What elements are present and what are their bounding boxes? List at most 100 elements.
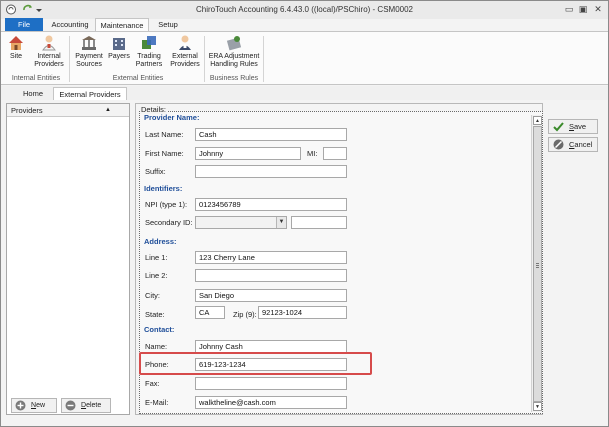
status-bar <box>1 418 608 426</box>
trading-partners-button[interactable]: Trading Partners <box>134 34 164 69</box>
tab-accounting[interactable]: Accounting <box>45 18 95 32</box>
last-name-label: Last Name: <box>145 130 184 139</box>
fax-label: Fax: <box>145 379 160 388</box>
fax-field[interactable] <box>195 377 347 390</box>
cancel-label: ancel <box>574 140 593 149</box>
delete-label: elete <box>86 402 102 409</box>
ribbon: Site Internal Providers Payment Sources … <box>1 31 608 85</box>
npi-field[interactable]: 0123456789 <box>195 198 347 211</box>
cancel-button[interactable]: Cancel <box>548 137 598 152</box>
close-button[interactable]: ✕ <box>592 4 604 15</box>
scroll-down-icon[interactable]: ▼ <box>533 402 542 411</box>
providers-panel: Providers ▲ New Delete <box>6 103 130 415</box>
internal-providers-label-2: Providers <box>34 61 64 68</box>
state-label: State: <box>145 310 165 319</box>
new-button[interactable]: New <box>11 398 57 413</box>
bank-icon <box>82 36 96 50</box>
era-adjustment-button[interactable]: ERA Adjustment Handling Rules <box>207 34 261 69</box>
scrollbar-grip <box>536 267 539 268</box>
external-providers-label-2: Providers <box>170 61 200 68</box>
contact-name-label: Name: <box>145 342 168 351</box>
ribbon-separator <box>204 36 205 82</box>
ribbon-separator <box>263 36 264 82</box>
secondary-id-field[interactable] <box>291 216 347 229</box>
mi-label: MI: <box>307 149 318 158</box>
payment-sources-label-1: Payment <box>75 53 103 60</box>
details-vertical-scrollbar[interactable]: ▲ ▼ <box>531 115 542 412</box>
city-field[interactable]: San Diego <box>195 289 347 302</box>
plus-icon <box>15 400 26 411</box>
minimize-button[interactable]: ▭ <box>563 4 575 15</box>
secondary-id-type-select[interactable]: ▼ <box>195 216 287 229</box>
app-window: ChiroTouch Accounting 6.4.43.0 ((local)/… <box>0 0 609 427</box>
section-provider-name: Provider Name: <box>144 113 200 122</box>
trading-partners-label-2: Partners <box>135 61 163 68</box>
window-title: ChiroTouch Accounting 6.4.43.0 ((local)/… <box>196 5 413 14</box>
tab-setup[interactable]: Setup <box>151 18 185 32</box>
ribbon-tabs: File Accounting Maintenance Setup <box>1 18 608 33</box>
internal-providers-label-1: Internal <box>37 53 61 60</box>
payers-button[interactable]: Payers <box>107 34 131 61</box>
sort-ascending-icon: ▲ <box>105 107 111 113</box>
chevron-down-icon[interactable]: ▼ <box>276 217 286 228</box>
providers-header-label: Providers <box>11 106 43 115</box>
scrollbar-grip <box>536 265 539 266</box>
scrollbar-thumb[interactable] <box>533 126 542 402</box>
group-internal-entities: Internal Entities <box>11 75 61 82</box>
email-label: E-Mail: <box>145 398 169 407</box>
section-contact: Contact: <box>144 325 175 334</box>
document-tabs: Home External Providers <box>1 86 608 100</box>
external-providers-button[interactable]: External Providers <box>168 34 202 69</box>
npi-label: NPI (type 1): <box>145 200 188 209</box>
tab-external-providers[interactable]: External Providers <box>53 87 127 100</box>
state-field[interactable]: CA <box>195 306 225 319</box>
city-label: City: <box>145 291 160 300</box>
secondary-id-label: Secondary ID: <box>145 218 193 227</box>
internal-providers-button[interactable]: Internal Providers <box>31 34 67 69</box>
first-name-field[interactable]: Johnny <box>195 147 301 160</box>
external-providers-label-1: External <box>172 53 198 60</box>
address-line1-field[interactable]: 123 Cherry Lane <box>195 251 347 264</box>
last-name-field[interactable]: Cash <box>195 128 347 141</box>
restore-button[interactable]: ▣ <box>577 4 589 15</box>
first-name-label: First Name: <box>145 149 184 158</box>
minus-icon <box>65 400 76 411</box>
site-label: Site <box>9 53 23 60</box>
suffix-label: Suffix: <box>145 167 166 176</box>
era-rules-icon <box>226 36 242 51</box>
address-line2-field[interactable] <box>195 269 347 282</box>
doctor-icon <box>42 35 56 51</box>
cancel-icon <box>553 139 564 150</box>
zip-label: Zip (9): <box>233 310 257 319</box>
line1-label: Line 1: <box>145 253 168 262</box>
section-identifiers: Identifiers: <box>144 184 183 193</box>
mi-field[interactable] <box>323 147 347 160</box>
payment-sources-label-2: Sources <box>76 61 102 68</box>
email-field[interactable]: walktheline@cash.com <box>195 396 347 409</box>
building-icon <box>113 38 125 50</box>
scrollbar-grip <box>536 263 539 264</box>
house-icon <box>9 36 23 50</box>
doctor-external-icon <box>179 35 191 50</box>
era-adjustment-label-2: Handling Rules <box>210 61 258 68</box>
section-address: Address: <box>144 237 177 246</box>
save-button[interactable]: Save <box>548 119 598 134</box>
title-bar: ChiroTouch Accounting 6.4.43.0 ((local)/… <box>1 1 608 19</box>
providers-column-header[interactable]: Providers ▲ <box>7 104 129 117</box>
tab-home[interactable]: Home <box>15 87 51 100</box>
new-label: ew <box>36 402 46 409</box>
line2-label: Line 2: <box>145 271 168 280</box>
trading-partners-label-1: Trading <box>137 53 161 60</box>
checkmark-icon <box>553 122 564 132</box>
zip-field[interactable]: 92123-1024 <box>258 306 347 319</box>
era-adjustment-label-1: ERA Adjustment <box>208 53 260 60</box>
tab-file[interactable]: File <box>5 18 43 32</box>
scroll-up-icon[interactable]: ▲ <box>533 116 542 125</box>
partners-icon <box>142 36 156 49</box>
delete-button[interactable]: Delete <box>61 398 111 413</box>
payers-label: Payers <box>108 53 130 60</box>
payment-sources-button[interactable]: Payment Sources <box>73 34 105 69</box>
suffix-field[interactable] <box>195 165 347 178</box>
site-button[interactable]: Site <box>5 34 27 61</box>
group-external-entities: External Entities <box>112 75 164 82</box>
